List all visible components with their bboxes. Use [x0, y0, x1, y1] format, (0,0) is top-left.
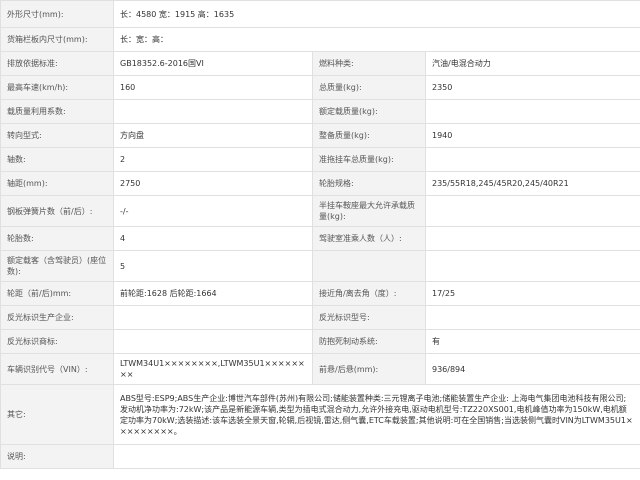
spec-label: 转向型式: [0, 123, 114, 148]
spec-label: 额定载客（含驾驶员）(座位数): [0, 250, 114, 282]
spec-value: 长：4580 宽：1915 高：1635 [113, 0, 640, 28]
spec-value: LTWM34U1××××××××,LTWM35U1×××××××× [113, 353, 313, 385]
spec-label: 外形尺寸(mm): [0, 0, 114, 28]
spec-label: 前悬/后悬(mm): [312, 353, 426, 385]
table-row: 轮距（前/后)mm: 前轮距:1628 后轮距:1664 接近角/离去角（度）:… [0, 281, 640, 306]
spec-label: 轴距(mm): [0, 171, 114, 196]
spec-label: 轮距（前/后)mm: [0, 281, 114, 306]
table-row: 反光标识商标: 防抱死制动系统: 有 [0, 329, 640, 354]
spec-value [113, 444, 640, 469]
spec-label: 车辆识别代号（VIN）: [0, 353, 114, 385]
spec-value: 前轮距:1628 后轮距:1664 [113, 281, 313, 306]
table-row: 轴距(mm): 2750 轮胎规格: 235/55R18,245/45R20,2… [0, 171, 640, 196]
spec-value [113, 305, 313, 330]
spec-value: ABS型号:ESP9;ABS生产企业:博世汽车部件(苏州)有限公司;储能装置种类… [113, 384, 640, 445]
table-row: 轮胎数: 4 驾驶室准乘人数（人）: [0, 226, 640, 251]
spec-label: 总质量(kg): [312, 75, 426, 100]
spec-value [425, 305, 640, 330]
spec-label: 半挂车鞍座最大允许承载质量(kg): [312, 195, 426, 227]
spec-value: 17/25 [425, 281, 640, 306]
spec-label: 说明: [0, 444, 114, 469]
spec-label: 排放依据标准: [0, 51, 114, 76]
spec-value: 1940 [425, 123, 640, 148]
spec-label: 轮胎数: [0, 226, 114, 251]
spec-label: 燃料种类: [312, 51, 426, 76]
spec-label: 轮胎规格: [312, 171, 426, 196]
table-row: 排放依据标准: GB18352.6-2016国VI 燃料种类: 汽油/电混合动力 [0, 51, 640, 76]
spec-label: 轴数: [0, 147, 114, 172]
spec-label: 载质量利用系数: [0, 99, 114, 124]
table-row: 转向型式: 方向盘 整备质量(kg): 1940 [0, 123, 640, 148]
spec-label: 货箱栏板内尺寸(mm): [0, 27, 114, 52]
spec-value: 2350 [425, 75, 640, 100]
spec-value: 235/55R18,245/45R20,245/40R21 [425, 171, 640, 196]
spec-value: 长：宽：高： [113, 27, 640, 52]
vehicle-spec-table: 外形尺寸(mm): 长：4580 宽：1915 高：1635 货箱栏板内尺寸(m… [0, 0, 640, 469]
spec-value: 160 [113, 75, 313, 100]
spec-label: 防抱死制动系统: [312, 329, 426, 354]
spec-value [113, 99, 313, 124]
spec-value [425, 195, 640, 227]
spec-label: 准拖挂车总质量(kg): [312, 147, 426, 172]
spec-value: -/- [113, 195, 313, 227]
spec-value [425, 250, 640, 282]
table-row: 其它: ABS型号:ESP9;ABS生产企业:博世汽车部件(苏州)有限公司;储能… [0, 384, 640, 445]
spec-value: GB18352.6-2016国VI [113, 51, 313, 76]
table-row: 反光标识生产企业: 反光标识型号: [0, 305, 640, 330]
spec-value: 4 [113, 226, 313, 251]
spec-label [312, 250, 426, 282]
table-row: 载质量利用系数: 额定载质量(kg): [0, 99, 640, 124]
spec-label: 接近角/离去角（度）: [312, 281, 426, 306]
table-row: 外形尺寸(mm): 长：4580 宽：1915 高：1635 [0, 0, 640, 28]
spec-label: 最高车速(km/h): [0, 75, 114, 100]
table-row: 额定载客（含驾驶员）(座位数): 5 [0, 250, 640, 282]
spec-value: 2750 [113, 171, 313, 196]
spec-label: 反光标识型号: [312, 305, 426, 330]
spec-value: 5 [113, 250, 313, 282]
table-row: 货箱栏板内尺寸(mm): 长：宽：高： [0, 27, 640, 52]
spec-value [113, 329, 313, 354]
table-row: 钢板弹簧片数（前/后）: -/- 半挂车鞍座最大允许承载质量(kg): [0, 195, 640, 227]
spec-label: 整备质量(kg): [312, 123, 426, 148]
spec-label: 其它: [0, 384, 114, 445]
spec-label: 额定载质量(kg): [312, 99, 426, 124]
table-row: 最高车速(km/h): 160 总质量(kg): 2350 [0, 75, 640, 100]
spec-label: 驾驶室准乘人数（人）: [312, 226, 426, 251]
spec-value: 2 [113, 147, 313, 172]
table-row: 轴数: 2 准拖挂车总质量(kg): [0, 147, 640, 172]
spec-value [425, 226, 640, 251]
table-row: 说明: [0, 444, 640, 469]
spec-value [425, 147, 640, 172]
spec-value [425, 99, 640, 124]
spec-value: 936/894 [425, 353, 640, 385]
spec-label: 反光标识生产企业: [0, 305, 114, 330]
spec-value: 有 [425, 329, 640, 354]
spec-value: 汽油/电混合动力 [425, 51, 640, 76]
spec-label: 钢板弹簧片数（前/后）: [0, 195, 114, 227]
spec-label: 反光标识商标: [0, 329, 114, 354]
spec-value: 方向盘 [113, 123, 313, 148]
table-row: 车辆识别代号（VIN）: LTWM34U1××××××××,LTWM35U1××… [0, 353, 640, 385]
